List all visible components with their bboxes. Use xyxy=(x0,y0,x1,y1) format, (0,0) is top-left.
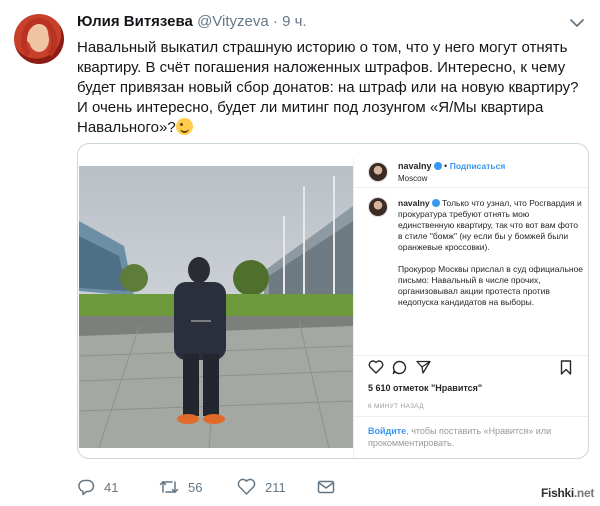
watermark-part-2: .net xyxy=(573,486,595,500)
chevron-down-icon[interactable] xyxy=(568,16,586,30)
author-handle[interactable]: @Vityzeva xyxy=(197,13,269,30)
instagram-likes-count[interactable]: 5 610 отметок "Нравится" xyxy=(368,383,482,394)
heart-icon[interactable] xyxy=(368,360,384,374)
instagram-login-prompt: Войдите, чтобы поставить «Нравится» или … xyxy=(354,416,588,458)
heart-icon xyxy=(237,478,256,495)
header-separator: · xyxy=(272,13,278,30)
instagram-avatar[interactable] xyxy=(368,162,388,182)
caption-username[interactable]: navalny xyxy=(398,198,430,208)
instagram-embed: navalny • Подписаться Moscow navalny Тол… xyxy=(78,158,588,458)
like-button[interactable]: 211 xyxy=(237,476,286,498)
follow-separator: • xyxy=(444,161,448,171)
share-icon[interactable] xyxy=(416,360,431,374)
caption-avatar[interactable] xyxy=(368,197,388,217)
author-name[interactable]: Юлия Витязева xyxy=(77,13,193,30)
tweet: Юлия Витязева @Vityzeva · 9 ч. Навальный… xyxy=(0,0,600,506)
follow-button[interactable]: Подписаться xyxy=(450,161,506,171)
watermark: Fishki.net xyxy=(541,486,594,500)
bookmark-icon[interactable] xyxy=(560,360,572,375)
login-link[interactable]: Войдите xyxy=(368,426,406,436)
tweet-actions: 41 56 211 xyxy=(77,476,497,498)
instagram-username-row: navalny • Подписаться xyxy=(398,161,505,172)
author-avatar[interactable] xyxy=(14,14,64,64)
tweet-text-body: Навальный выкатил страшную историю о том… xyxy=(77,39,579,136)
caption-paragraph-2: Прокурор Москвы прислал в суд официально… xyxy=(398,264,584,307)
reply-count: 41 xyxy=(104,479,119,495)
post-photo[interactable] xyxy=(79,166,353,448)
instagram-sidebar: navalny • Подписаться Moscow navalny Тол… xyxy=(353,158,588,458)
watermark-part-1: Fishki xyxy=(541,486,574,500)
retweet-count: 56 xyxy=(188,479,203,495)
share-tweet-button[interactable] xyxy=(317,476,344,498)
like-count: 211 xyxy=(265,479,286,495)
instagram-location[interactable]: Moscow xyxy=(398,173,427,184)
retweet-button[interactable]: 56 xyxy=(159,476,202,498)
winking-face-icon xyxy=(175,118,193,135)
tweet-text: Навальный выкатил страшную историю о том… xyxy=(77,38,587,138)
embedded-instagram-card[interactable]: navalny • Подписаться Moscow navalny Тол… xyxy=(77,143,589,459)
message-icon xyxy=(317,480,335,494)
instagram-actions xyxy=(354,355,588,375)
instagram-username[interactable]: navalny xyxy=(398,161,432,171)
reply-icon xyxy=(78,479,95,496)
instagram-post-time: 6 МИНУТ НАЗАД xyxy=(368,403,424,410)
comment-icon[interactable] xyxy=(392,360,407,375)
tweet-time[interactable]: 9 ч. xyxy=(282,13,307,30)
caption-verified-icon xyxy=(431,199,440,207)
instagram-caption: navalny Только что узнал, что Росгвардия… xyxy=(398,198,584,319)
reply-button[interactable]: 41 xyxy=(77,476,118,498)
retweet-icon xyxy=(159,481,179,493)
tweet-header: Юлия Витязева @Vityzeva · 9 ч. xyxy=(77,12,307,32)
verified-badge-icon xyxy=(433,162,442,170)
instagram-post-header: navalny • Подписаться Moscow xyxy=(354,158,588,188)
